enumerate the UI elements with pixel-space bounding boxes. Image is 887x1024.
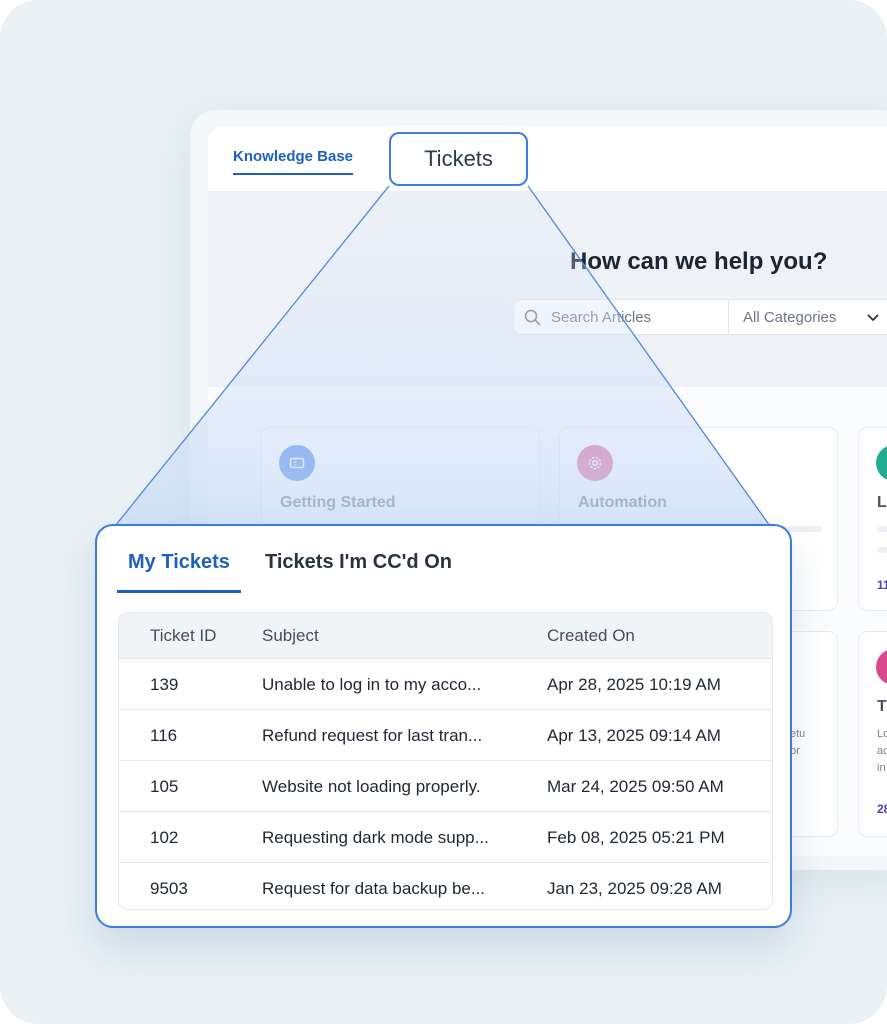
- tickets-table: Ticket ID Subject Created On 139 Unable …: [118, 612, 773, 910]
- ticket-subject: Refund request for last tran...: [262, 726, 483, 745]
- partial-icon: [876, 649, 887, 685]
- search-input[interactable]: Search Articles: [513, 299, 729, 335]
- ticket-created: Apr 13, 2025 09:14 AM: [547, 726, 721, 745]
- article-count: 28: [877, 802, 887, 816]
- top-nav: Knowledge Base: [208, 126, 887, 192]
- hero-title: How can we help you?: [570, 248, 828, 275]
- category-select[interactable]: All Categories: [729, 299, 887, 335]
- placeholder-line: [877, 547, 887, 553]
- column-header-ticket-id[interactable]: Ticket ID: [150, 626, 216, 646]
- tab-knowledge-base[interactable]: Knowledge Base: [233, 148, 354, 175]
- search-icon: [524, 309, 541, 325]
- tab-tickets[interactable]: Tickets: [389, 132, 528, 186]
- ticket-icon: [279, 445, 315, 481]
- card-snippet: etu or: [790, 726, 805, 760]
- table-row[interactable]: 9503 Request for data backup be... Jan 2…: [119, 863, 772, 909]
- snippet-line: Lo: [877, 728, 887, 740]
- snippet-line: etu: [790, 728, 806, 740]
- ticket-id: 139: [150, 675, 179, 694]
- table-header: Ticket ID Subject Created On: [119, 613, 772, 659]
- snippet-line: in: [877, 762, 886, 774]
- column-header-created-on[interactable]: Created On: [547, 626, 635, 646]
- card-title: T: [877, 698, 887, 715]
- ticket-created: Apr 28, 2025 10:19 AM: [547, 675, 721, 694]
- snippet-line: or: [790, 745, 800, 757]
- tab-cc-tickets[interactable]: Tickets I'm CC'd On: [265, 551, 452, 590]
- ticket-subject: Website not loading properly.: [262, 777, 481, 796]
- ticket-created: Mar 24, 2025 09:50 AM: [547, 777, 724, 796]
- card-title: Automation: [578, 494, 667, 511]
- category-card-partial-2[interactable]: T Lo ac in 28: [858, 631, 887, 837]
- card-title: Getting Started: [280, 494, 396, 511]
- card-title: Li: [877, 494, 887, 511]
- ticket-created: Jan 23, 2025 09:28 AM: [547, 879, 722, 898]
- snippet-line: ac: [877, 745, 887, 757]
- gear-icon: [577, 445, 613, 481]
- table-row[interactable]: 139 Unable to log in to my acco... Apr 2…: [119, 659, 772, 710]
- ticket-id: 105: [150, 777, 179, 796]
- table-row[interactable]: 116 Refund request for last tran... Apr …: [119, 710, 772, 761]
- chevron-down-icon: [867, 314, 879, 321]
- ticket-subject: Request for data backup be...: [262, 879, 486, 898]
- article-count: 11: [877, 578, 887, 592]
- table-row[interactable]: 102 Requesting dark mode supp... Feb 08,…: [119, 812, 772, 863]
- placeholder-line: [877, 526, 887, 532]
- ticket-subject: Unable to log in to my acco...: [262, 675, 482, 694]
- table-row[interactable]: 105 Website not loading properly. Mar 24…: [119, 761, 772, 812]
- column-header-subject[interactable]: Subject: [262, 626, 319, 646]
- hero-section: How can we help you? Search Articles All…: [208, 192, 887, 387]
- ticket-id: 9503: [150, 879, 188, 898]
- canvas: Knowledge Base How can we help you? Sear…: [0, 0, 887, 1024]
- tab-my-tickets[interactable]: My Tickets: [117, 551, 241, 593]
- card-snippet: Lo ac in: [877, 726, 887, 777]
- ticket-id: 102: [150, 828, 179, 847]
- search-placeholder: Search Articles: [551, 308, 652, 326]
- partial-icon: [876, 445, 887, 481]
- category-card-partial[interactable]: Li 11: [858, 427, 887, 611]
- ticket-created: Feb 08, 2025 05:21 PM: [547, 828, 725, 847]
- ticket-id: 116: [150, 726, 178, 745]
- category-select-value: All Categories: [743, 308, 837, 326]
- tickets-panel: My Tickets Tickets I'm CC'd On Ticket ID…: [95, 524, 792, 928]
- ticket-subject: Requesting dark mode supp...: [262, 828, 489, 847]
